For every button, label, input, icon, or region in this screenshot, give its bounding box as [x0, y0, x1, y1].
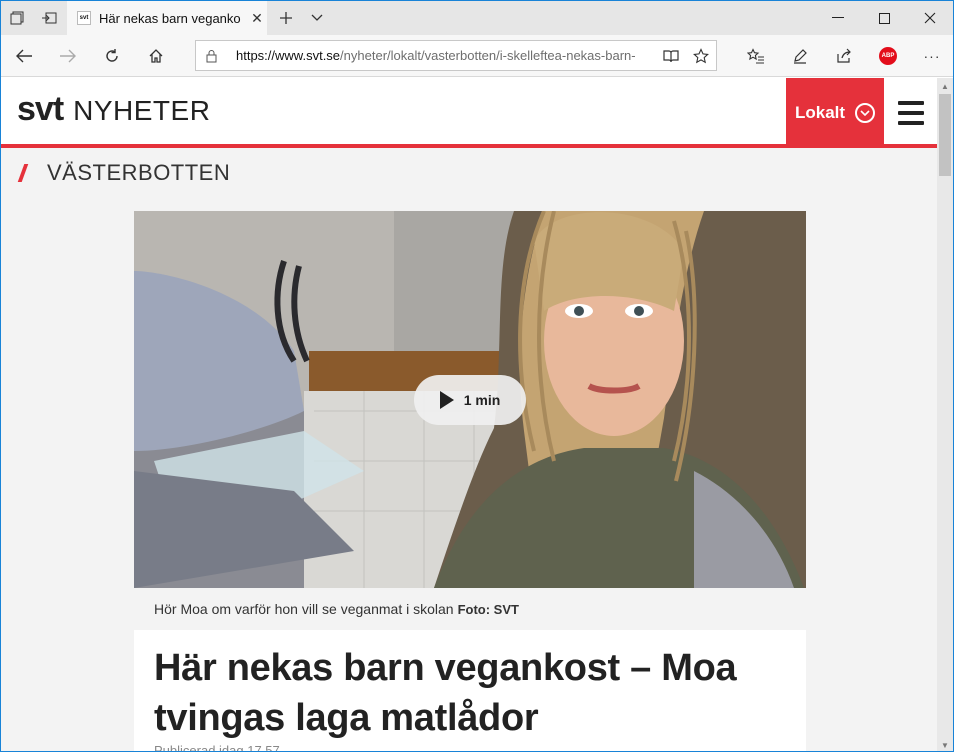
tab-title: Här nekas barn veganko: [99, 10, 241, 26]
scroll-thumb[interactable]: [939, 94, 951, 176]
lokalt-button[interactable]: Lokalt: [786, 78, 884, 148]
forward-icon[interactable]: [51, 39, 85, 73]
set-aside-icon[interactable]: [33, 1, 65, 35]
favorite-star-icon[interactable]: [686, 47, 716, 64]
page-scrollbar[interactable]: ▲ ▼: [937, 78, 953, 751]
svt-nyheter-logo[interactable]: svt NYHETER: [17, 90, 210, 129]
browser-window: svt Här nekas barn veganko ✕ https://www…: [0, 0, 954, 752]
site-header: svt NYHETER Lokalt: [1, 78, 937, 148]
scroll-down-icon[interactable]: ▼: [937, 737, 953, 751]
close-window-icon[interactable]: [907, 1, 953, 35]
section-name[interactable]: VÄSTERBOTTEN: [47, 160, 230, 186]
browser-toolbar: https://www.svt.se/nyheter/lokalt/vaster…: [1, 35, 953, 77]
chevron-down-icon: [855, 103, 876, 123]
maximize-icon[interactable]: [861, 1, 907, 35]
scroll-up-icon[interactable]: ▲: [937, 78, 953, 94]
url-domain: https://www.svt.se: [236, 48, 341, 63]
slash-icon: [17, 164, 29, 182]
url-text: https://www.svt.se/nyheter/lokalt/vaster…: [236, 48, 656, 63]
svt-favicon-icon: svt: [77, 11, 91, 25]
refresh-icon[interactable]: [95, 39, 129, 73]
adblock-icon[interactable]: ABP: [871, 39, 905, 73]
tab-bar: svt Här nekas barn veganko ✕: [1, 1, 953, 35]
lock-icon: [206, 49, 222, 63]
minimize-icon[interactable]: [815, 1, 861, 35]
tab-list-icon[interactable]: [303, 1, 331, 35]
article-headline: Här nekas barn vegankost – Moa tvingas l…: [154, 647, 737, 739]
caption-credit: Foto: SVT: [457, 601, 519, 617]
logo-section: NYHETER: [73, 95, 211, 126]
address-bar[interactable]: https://www.svt.se/nyheter/lokalt/vaster…: [195, 40, 717, 71]
favorites-hub-icon[interactable]: [739, 39, 773, 73]
logo-brand: svt: [17, 90, 64, 128]
reading-view-icon[interactable]: [656, 49, 686, 63]
pen-icon[interactable]: [783, 39, 817, 73]
article: 1 min Hör Moa om varför hon vill se vega…: [134, 211, 806, 752]
page-viewport: svt NYHETER Lokalt VÄSTERBOTTEN 1 min Hö…: [1, 78, 937, 752]
lokalt-label: Lokalt: [794, 103, 846, 122]
home-icon[interactable]: [139, 39, 173, 73]
play-button[interactable]: 1 min: [414, 375, 526, 425]
image-caption: Hör Moa om varför hon vill se veganmat i…: [134, 588, 806, 630]
section-bar: VÄSTERBOTTEN: [1, 152, 937, 194]
play-icon: [439, 391, 454, 409]
share-icon[interactable]: [827, 39, 861, 73]
hamburger-menu-icon[interactable]: [884, 78, 937, 148]
video-duration: 1 min: [463, 392, 501, 408]
active-tab[interactable]: svt Här nekas barn veganko ✕: [67, 1, 267, 35]
published-time: Publicerad idag 17.57: [154, 743, 280, 752]
back-icon[interactable]: [7, 39, 41, 73]
video-hero[interactable]: 1 min: [134, 211, 806, 588]
abp-label: ABP: [879, 47, 897, 65]
tabs-icon[interactable]: [1, 1, 33, 35]
close-tab-icon[interactable]: ✕: [247, 10, 267, 27]
more-icon[interactable]: ···: [915, 39, 949, 73]
url-path: /nyheter/lokalt/vasterbotten/i-skellefte…: [340, 48, 636, 63]
caption-text: Hör Moa om varför hon vill se veganmat i…: [154, 601, 454, 617]
new-tab-icon[interactable]: [269, 1, 303, 35]
